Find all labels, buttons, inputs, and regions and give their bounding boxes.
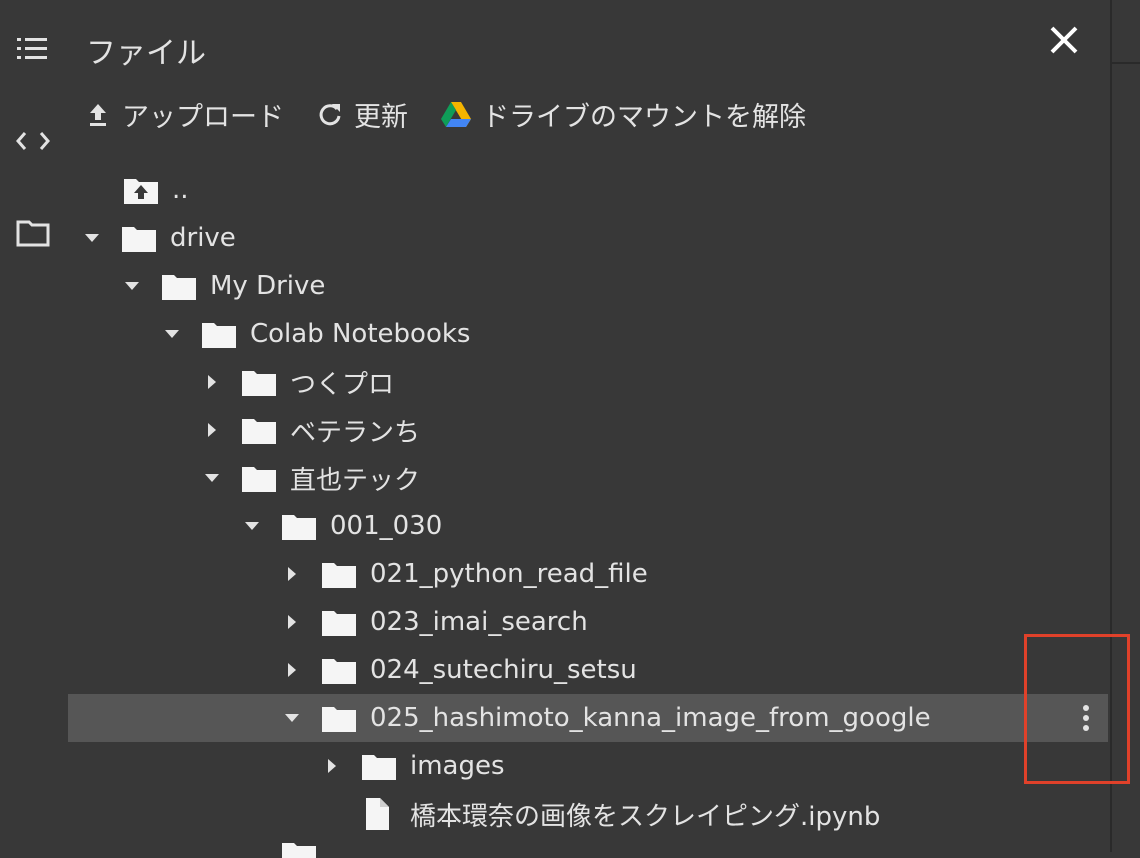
parent-directory-row[interactable]: .. [0, 166, 1108, 214]
caret-down-icon[interactable] [82, 228, 102, 248]
caret-right-icon[interactable] [282, 564, 302, 584]
caret-down-icon[interactable] [202, 468, 222, 488]
tree-item-label: Colab Notebooks [250, 319, 471, 349]
folder-icon [322, 558, 358, 590]
caret-down-icon[interactable] [162, 324, 182, 344]
table-of-contents-icon[interactable] [14, 30, 52, 68]
tree-row-my-drive[interactable]: My Drive [0, 262, 1108, 310]
caret-right-icon[interactable] [322, 756, 342, 776]
upload-icon [90, 104, 106, 126]
tree-item-label: drive [170, 223, 236, 253]
refresh-button[interactable]: 更新 [316, 95, 408, 134]
folder-icon [322, 654, 358, 686]
tree-row-colab-notebooks[interactable]: Colab Notebooks [0, 310, 1108, 358]
tree-row-veteranchi[interactable]: ベテランち [0, 406, 1108, 454]
tree-item-label: My Drive [210, 271, 326, 301]
file-toolbar: アップロード 更新 ドライブのマウントを解除 [84, 92, 838, 136]
tree-item-label: images [410, 751, 505, 781]
upload-button[interactable]: アップロード [84, 95, 284, 134]
folder-icon [282, 510, 318, 542]
google-drive-icon [441, 102, 471, 127]
folder-icon [242, 366, 278, 398]
folder-icon [242, 462, 278, 494]
folder-icon [202, 318, 238, 350]
tree-item-label: 023_imai_search [370, 607, 588, 637]
tree-item-label: つくプロ [290, 369, 395, 400]
unmount-drive-label: ドライブのマウントを解除 [482, 101, 806, 133]
folder-icon [162, 270, 198, 302]
tree-row-001-030[interactable]: 001_030 [0, 502, 1108, 550]
code-icon[interactable] [14, 122, 52, 160]
folder-icon [282, 838, 318, 858]
folder-icon [322, 702, 358, 734]
caret-down-icon[interactable] [242, 516, 262, 536]
refresh-label: 更新 [354, 101, 408, 133]
tree-item-label: 直也テック [290, 465, 421, 496]
tree-row-images[interactable]: images [0, 742, 1108, 790]
refresh-icon [319, 104, 341, 126]
folder-icon [242, 414, 278, 446]
tree-row-021[interactable]: 021_python_read_file [0, 550, 1108, 598]
tree-item-label: ベテランち [290, 417, 421, 448]
file-icon [362, 798, 398, 830]
panel-title: ファイル [86, 36, 206, 71]
tree-row-partial [0, 838, 1108, 858]
tree-row-tsukupuro[interactable]: つくプロ [0, 358, 1108, 406]
close-icon[interactable] [1042, 18, 1086, 62]
parent-directory-label: .. [172, 175, 189, 205]
tree-row-naoya-tech[interactable]: 直也テック [0, 454, 1108, 502]
caret-right-icon[interactable] [282, 660, 302, 680]
tree-row-025-selected[interactable]: 025_hashimoto_kanna_image_from_google [68, 694, 1108, 742]
caret-right-icon[interactable] [282, 612, 302, 632]
caret-down-icon[interactable] [122, 276, 142, 296]
folder-up-icon [124, 174, 160, 206]
highlight-annotation-box [1024, 634, 1130, 784]
tree-row-023[interactable]: 023_imai_search [0, 598, 1108, 646]
tree-item-label: 021_python_read_file [370, 559, 648, 589]
caret-right-icon[interactable] [202, 372, 222, 392]
tree-row-notebook-file[interactable]: 橋本環奈の画像をスクレイピング.ipynb [0, 790, 1108, 838]
upload-label: アップロード [122, 101, 284, 133]
folder-icon [362, 750, 398, 782]
tree-item-label: 025_hashimoto_kanna_image_from_google [370, 703, 931, 733]
tree-row-drive[interactable]: drive [0, 214, 1108, 262]
file-tree: .. drive My Drive Colab Notebooks つくプロ ベ… [0, 166, 1108, 858]
tree-row-024[interactable]: 024_sutechiru_setsu [0, 646, 1108, 694]
tree-item-label: 001_030 [330, 511, 443, 541]
unmount-drive-button[interactable]: ドライブのマウントを解除 [440, 95, 806, 134]
folder-icon [322, 606, 358, 638]
folder-icon [122, 222, 158, 254]
tree-item-label: 橋本環奈の画像をスクレイピング.ipynb [410, 801, 881, 832]
tree-item-label: 024_sutechiru_setsu [370, 655, 637, 685]
caret-down-icon[interactable] [282, 708, 302, 728]
caret-right-icon[interactable] [202, 420, 222, 440]
